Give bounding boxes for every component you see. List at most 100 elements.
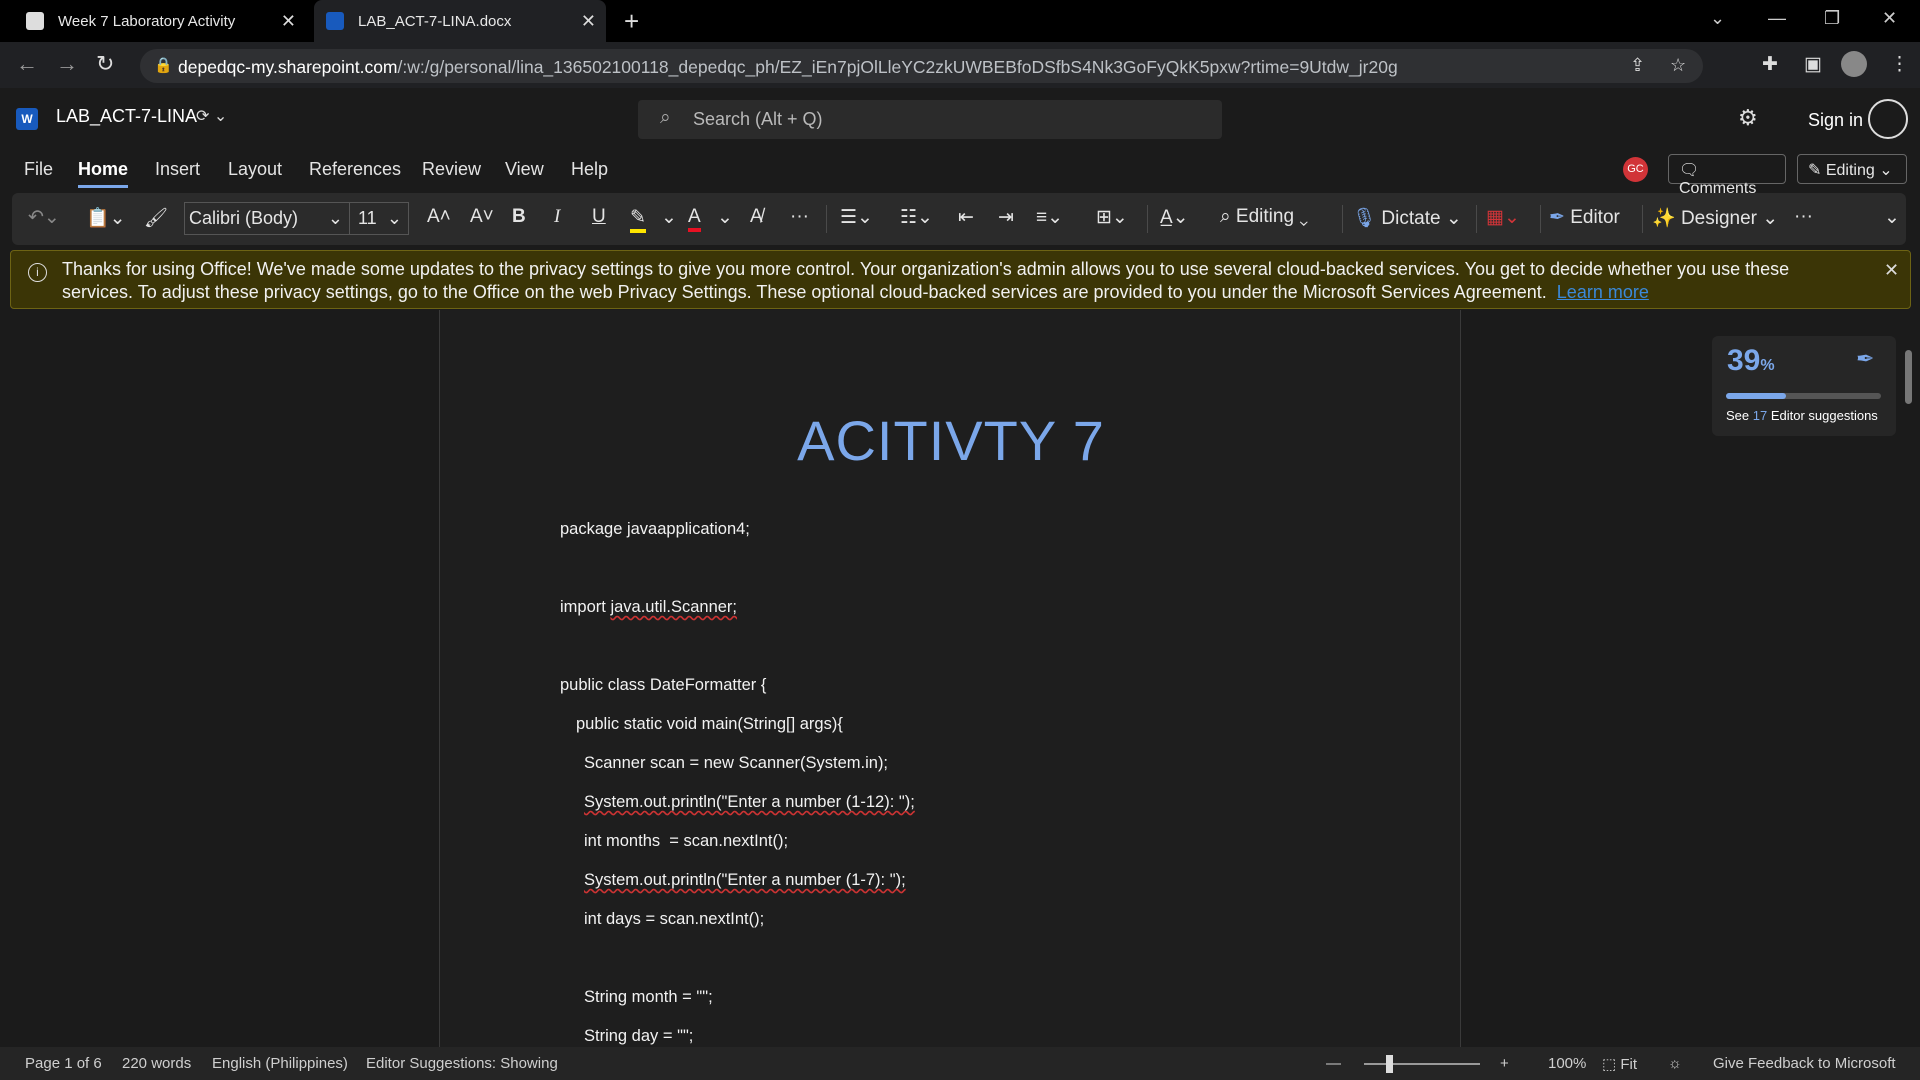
reload-icon[interactable]: ↻ [96, 51, 114, 77]
tab-layout[interactable]: Layout [228, 159, 282, 180]
comments-button[interactable]: 🗨 Comments [1668, 154, 1786, 197]
editor-pen-icon[interactable]: ✒ [1856, 346, 1874, 372]
tab-references[interactable]: References [309, 159, 401, 180]
zoom-slider[interactable] [1364, 1063, 1480, 1065]
align-icon[interactable]: ≡⌄ [1036, 206, 1063, 229]
zoom-level[interactable]: 100% [1548, 1055, 1586, 1072]
divider [1147, 205, 1148, 233]
clear-formatting-icon[interactable]: A̸ [750, 206, 763, 228]
back-icon[interactable]: ← [16, 51, 38, 77]
chevron-down-icon[interactable]: ⌄ [717, 206, 733, 229]
settings-gear-icon[interactable]: ⚙ [1738, 105, 1758, 131]
numbering-icon[interactable]: ☷⌄ [900, 206, 933, 229]
menu-bar: File Home Insert Layout References Revie… [0, 152, 1920, 197]
account-icon[interactable] [1868, 99, 1908, 139]
theme-toggle-icon[interactable]: ☼ [1668, 1055, 1682, 1072]
forward-icon[interactable]: → [56, 51, 78, 77]
format-painter-icon[interactable]: 🖌 [144, 206, 168, 230]
search-input[interactable]: ⌕ Search (Alt + Q) [638, 100, 1222, 139]
editor-button[interactable]: ✒ Editor [1549, 206, 1620, 229]
borders-icon[interactable]: ⊞⌄ [1096, 206, 1128, 229]
zoom-in-icon[interactable]: + [1500, 1055, 1509, 1072]
bold-icon[interactable]: B [512, 206, 526, 228]
new-tab-button[interactable]: + [624, 6, 639, 37]
url-input[interactable]: 🔒 depedqc-my.sharepoint.com/:w:/g/person… [140, 49, 1703, 83]
sign-in-link[interactable]: Sign in [1808, 110, 1863, 131]
bookmark-star-icon[interactable]: ☆ [1670, 55, 1686, 76]
document-page[interactable]: ACITIVTY 7 package javaapplication4; imp… [439, 310, 1461, 1047]
tab-help[interactable]: Help [571, 159, 608, 180]
learn-more-link[interactable]: Learn more [1557, 282, 1649, 302]
designer-button[interactable]: ✨ Designer ⌄ [1652, 206, 1778, 230]
classroom-icon [26, 12, 44, 30]
close-window-button[interactable]: ✕ [1882, 8, 1897, 29]
profile-avatar[interactable] [1841, 51, 1867, 77]
tab-view[interactable]: View [505, 159, 544, 180]
editor-score-card[interactable]: 39% ✒ See 17 Editor suggestions [1712, 336, 1896, 436]
document-canvas[interactable]: ACITIVTY 7 package javaapplication4; imp… [0, 310, 1920, 1047]
saved-status-icon[interactable]: ⟳ ⌄ [196, 106, 227, 126]
tab-home[interactable]: Home [78, 159, 129, 188]
side-panel-icon[interactable]: ▣ [1804, 53, 1822, 76]
document-filename[interactable]: LAB_ACT-7-LINA [56, 106, 197, 127]
tab-insert[interactable]: Insert [155, 159, 200, 180]
zoom-slider-thumb[interactable] [1386, 1055, 1393, 1073]
bullets-icon[interactable]: ☰⌄ [840, 206, 873, 229]
browser-menu-icon[interactable]: ⋮ [1890, 53, 1909, 76]
extensions-icon[interactable]: ✚ [1762, 53, 1778, 76]
chevron-down-icon[interactable]: ⌄ [661, 206, 677, 229]
vertical-scrollbar[interactable] [1905, 350, 1912, 404]
browser-tab-week7[interactable]: Week 7 Laboratory Activity ✕ [14, 0, 306, 42]
close-banner-icon[interactable]: ✕ [1884, 260, 1899, 281]
paste-icon[interactable]: 📋⌄ [86, 206, 126, 230]
more-options-icon[interactable]: ··· [1794, 206, 1813, 228]
search-placeholder: Search (Alt + Q) [693, 109, 823, 129]
code-line: System.out.println("Enter a number (1-12… [584, 793, 915, 811]
code-line: System.out.println("Enter a number (1-7)… [584, 871, 906, 889]
font-size-select[interactable]: 11 ⌄ [349, 202, 409, 235]
editor-pen-icon: ✒ [1549, 207, 1565, 228]
italic-icon[interactable]: I [554, 206, 560, 228]
dictate-button[interactable]: 🎙 Dictate ⌄ [1352, 206, 1462, 230]
code-line: String day = ""; [584, 1027, 694, 1045]
ribbon-expand-icon[interactable]: ⌄ [1884, 206, 1900, 229]
tab-file[interactable]: File [24, 159, 53, 180]
find-editing-button[interactable]: ⌕ Editing ⌄ [1220, 206, 1308, 228]
underline-icon[interactable]: U [592, 206, 606, 228]
font-family-select[interactable]: Calibri (Body) ⌄ [184, 202, 350, 235]
close-tab-icon[interactable]: ✕ [281, 11, 296, 32]
editor-suggestions-link[interactable]: See 17 Editor suggestions [1726, 408, 1878, 423]
word-header: W LAB_ACT-7-LINA ⟳ ⌄ ⌕ Search (Alt + Q) … [0, 88, 1920, 158]
editing-mode-button[interactable]: ✎ Editing ⌄ [1797, 154, 1907, 184]
code-line: Scanner scan = new Scanner(System.in); [584, 754, 889, 772]
styles-icon[interactable]: A̲⌄ [1160, 206, 1189, 229]
language-status[interactable]: English (Philippines) [212, 1055, 348, 1072]
fit-button[interactable]: ⬚ Fit [1602, 1055, 1637, 1073]
editor-suggestions-status[interactable]: Editor Suggestions: Showing [366, 1055, 558, 1072]
restore-button[interactable]: ❐ [1824, 8, 1840, 29]
microphone-icon: 🎙 [1352, 208, 1377, 229]
undo-icon[interactable]: ↶⌄ [28, 206, 60, 229]
add-ins-icon[interactable]: ▦⌄ [1486, 206, 1520, 229]
minimize-button[interactable]: — [1768, 8, 1786, 29]
close-tab-icon[interactable]: ✕ [581, 11, 596, 32]
feedback-link[interactable]: Give Feedback to Microsoft [1713, 1055, 1896, 1072]
word-app-icon[interactable]: W [16, 108, 38, 130]
word-count[interactable]: 220 words [122, 1055, 191, 1072]
zoom-out-icon[interactable]: — [1326, 1055, 1341, 1072]
designer-wand-icon: ✨ [1652, 208, 1676, 229]
more-font-options-icon[interactable]: ··· [790, 206, 809, 228]
shrink-font-icon[interactable]: A˅ [470, 206, 494, 228]
tab-review[interactable]: Review [422, 159, 481, 180]
share-icon[interactable]: ⇪ [1630, 55, 1645, 76]
tab-search-icon[interactable]: ⌄ [1710, 8, 1725, 29]
page-count[interactable]: Page 1 of 6 [25, 1055, 102, 1072]
increase-indent-icon[interactable]: ⇥ [998, 206, 1014, 229]
search-icon: ⌕ [660, 107, 671, 128]
highlight-icon[interactable]: ✎ [630, 206, 646, 233]
font-color-icon[interactable]: A [688, 206, 701, 232]
presence-avatar[interactable]: GC [1623, 157, 1648, 182]
grow-font-icon[interactable]: A˄ [427, 206, 451, 228]
browser-tab-document[interactable]: LAB_ACT-7-LINA.docx ✕ [314, 0, 606, 42]
decrease-indent-icon[interactable]: ⇤ [958, 206, 974, 229]
